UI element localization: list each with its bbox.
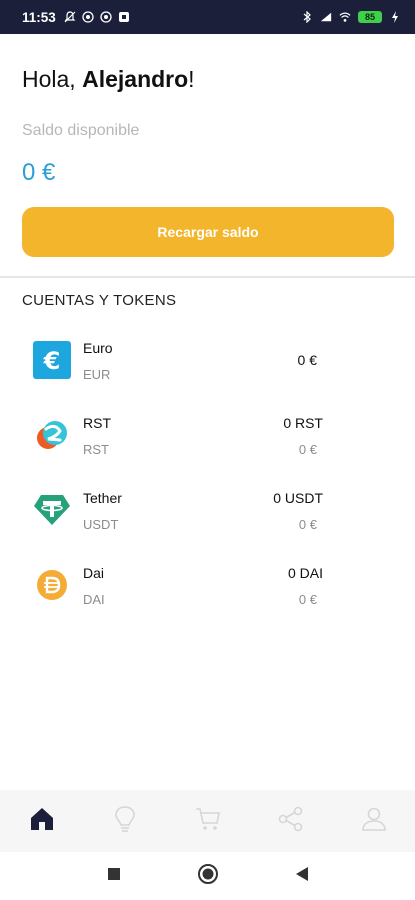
recharge-balance-button[interactable]: Recargar saldo <box>22 207 394 257</box>
token-amount: 0 USDT <box>273 490 323 506</box>
token-fiat-value: 0 € <box>298 517 317 532</box>
back-triangle-icon <box>295 866 309 887</box>
back-button[interactable] <box>290 864 314 888</box>
token-code: EUR <box>83 367 111 382</box>
token-name: Dai <box>83 565 105 581</box>
home-icon <box>29 806 55 837</box>
token-fiat-value: 0 € <box>298 592 317 607</box>
app-notification-icon <box>118 11 130 23</box>
charging-icon <box>389 11 401 23</box>
token-fiat-value: 0 € <box>298 442 317 457</box>
token-code: RST <box>83 442 109 457</box>
user-name: Alejandro <box>82 66 189 92</box>
cart-icon <box>195 806 221 837</box>
balance-label: Saldo disponible <box>22 122 140 139</box>
greeting-prefix: Hola, <box>22 66 83 92</box>
nav-ideas[interactable] <box>95 796 155 846</box>
token-name: RST <box>83 415 111 431</box>
app-notification-icon <box>100 11 112 23</box>
nav-profile[interactable] <box>344 796 404 846</box>
dai-icon <box>32 565 72 605</box>
square-icon <box>107 867 121 886</box>
token-row-rst[interactable]: RST RST 0 RST 0 € <box>0 405 415 465</box>
token-row-dai[interactable]: Dai DAI 0 DAI 0 € <box>0 555 415 615</box>
system-navigation-bar <box>0 852 415 900</box>
greeting-suffix: ! <box>188 66 195 92</box>
euro-icon: € <box>32 340 72 380</box>
nav-share[interactable] <box>261 796 321 846</box>
token-code: DAI <box>83 592 105 607</box>
wifi-icon <box>339 11 351 23</box>
home-system-button[interactable] <box>196 863 220 890</box>
bell-muted-icon <box>64 11 76 23</box>
nav-shop[interactable] <box>178 796 238 846</box>
divider <box>0 276 415 278</box>
token-code: USDT <box>83 517 119 532</box>
bottom-navigation <box>0 790 415 852</box>
accounts-section-title: CUENTAS Y TOKENS <box>22 292 177 309</box>
svg-text:€: € <box>43 347 61 375</box>
tether-icon <box>32 490 72 530</box>
app-notification-icon <box>82 11 94 23</box>
lightbulb-icon <box>113 805 137 838</box>
token-amount: 0 RST <box>283 415 323 431</box>
token-name: Tether <box>83 490 122 506</box>
battery-icon: 85 <box>358 11 382 23</box>
greeting: Hola, Alejandro! <box>22 66 195 93</box>
rst-token-icon <box>32 415 72 455</box>
status-time: 11:53 <box>22 9 56 25</box>
circle-icon <box>197 863 219 890</box>
profile-icon <box>361 806 387 837</box>
status-bar: 11:53 85 <box>0 0 415 34</box>
signal-icon <box>320 11 332 23</box>
token-amount: 0 DAI <box>287 565 323 581</box>
nav-home[interactable] <box>12 796 72 846</box>
token-row-tether[interactable]: Tether USDT 0 USDT 0 € <box>0 480 415 540</box>
token-row-euro[interactable]: € Euro EUR 0 € <box>0 330 415 390</box>
balance-value: 0 € <box>22 159 56 186</box>
bluetooth-icon <box>301 11 313 23</box>
token-name: Euro <box>83 340 113 356</box>
recents-button[interactable] <box>102 864 126 888</box>
share-icon <box>278 806 304 837</box>
token-amount: 0 € <box>297 352 317 368</box>
